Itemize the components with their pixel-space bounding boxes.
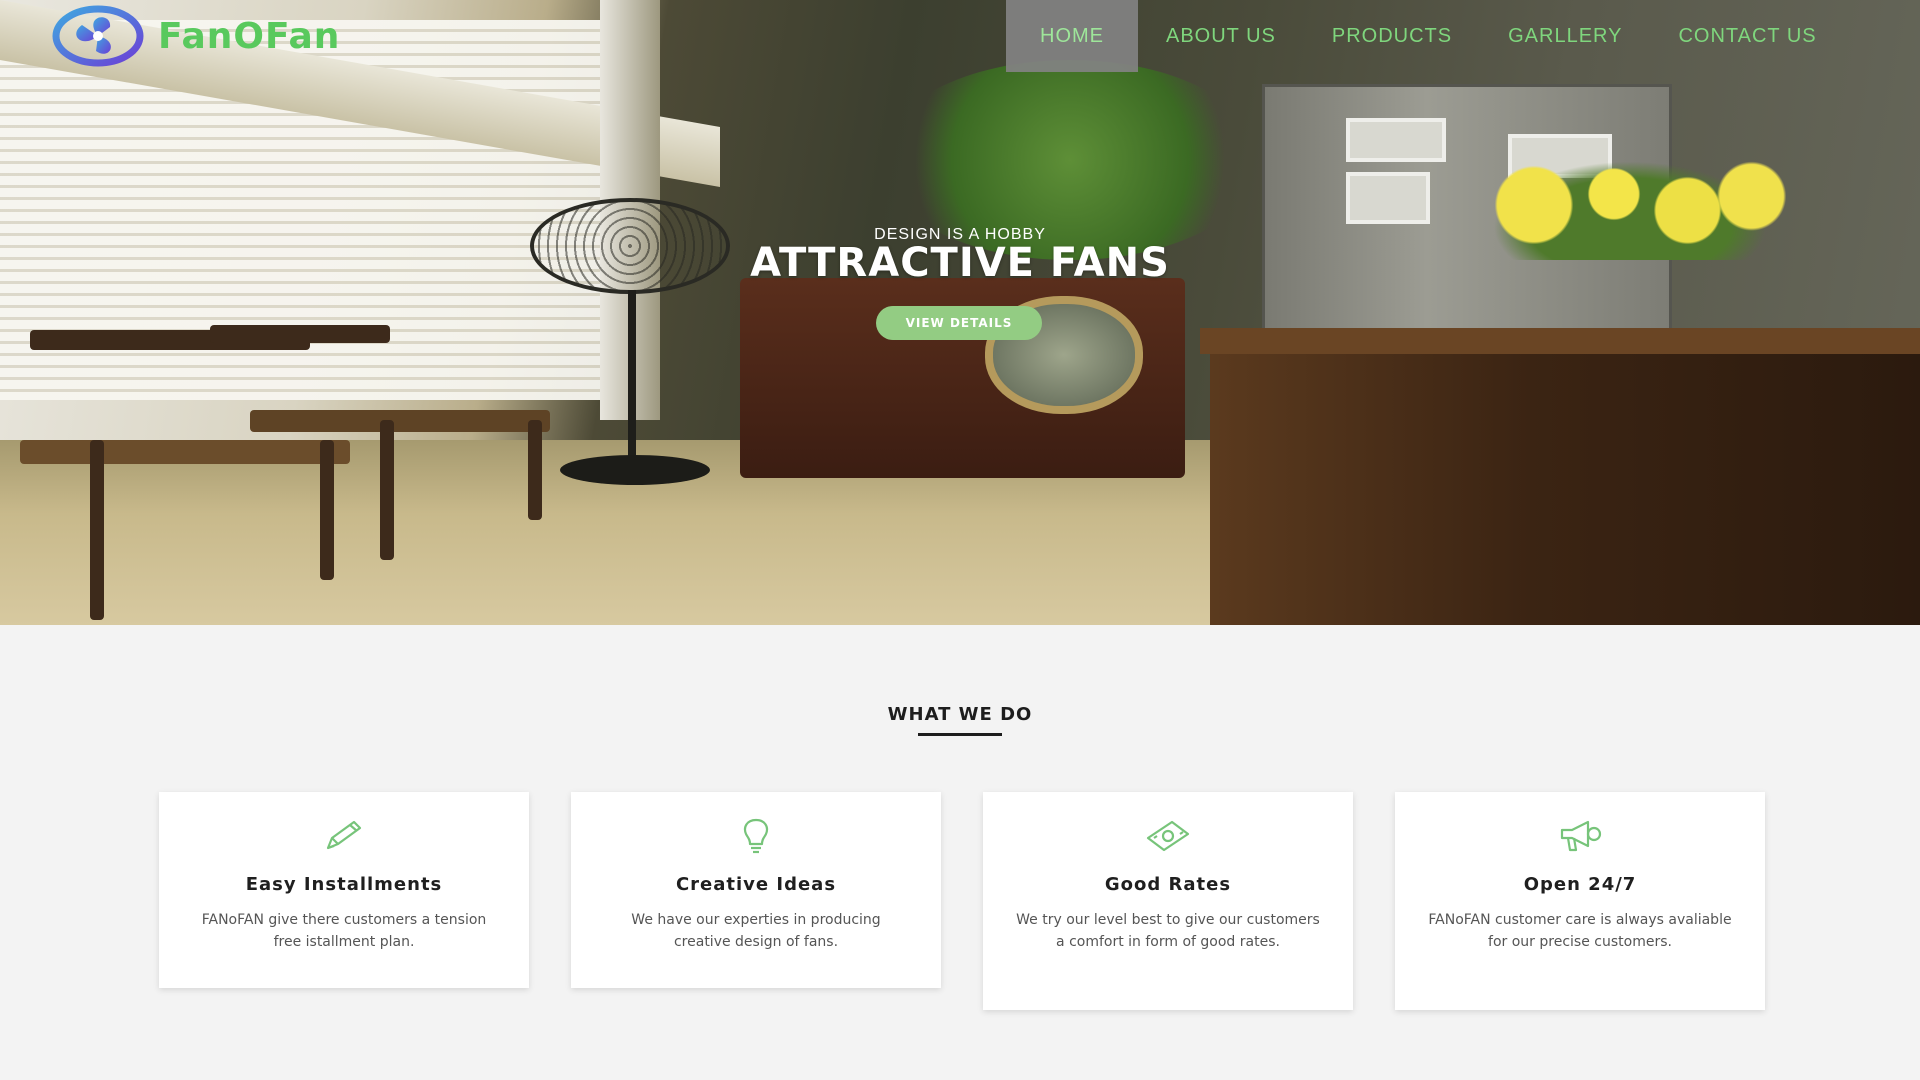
section-title: WHAT WE DO bbox=[887, 704, 1033, 725]
desk-top bbox=[1200, 328, 1920, 354]
hero-title: ATTRACTIVE FANS bbox=[750, 240, 1170, 286]
card-title: Easy Installments bbox=[245, 874, 443, 895]
card-title: Open 24/7 bbox=[1523, 874, 1637, 895]
feature-card-open-24-7: Open 24/7 FANoFAN customer care is alway… bbox=[1395, 792, 1765, 1010]
chair bbox=[210, 325, 390, 343]
nav-item-contact-us[interactable]: CONTACT US bbox=[1650, 0, 1844, 72]
pencil-icon bbox=[326, 820, 362, 850]
wall-photo bbox=[1346, 172, 1430, 224]
nav-item-gallery[interactable]: GARLLERY bbox=[1480, 0, 1650, 72]
feature-card-creative-ideas: Creative Ideas We have our experties in … bbox=[571, 792, 941, 988]
standing-fan-pole bbox=[628, 290, 636, 460]
chair-seat bbox=[250, 410, 550, 432]
nav-item-home[interactable]: HOME bbox=[1006, 0, 1138, 72]
lightbulb-icon bbox=[743, 818, 769, 854]
main-nav: HOME ABOUT US PRODUCTS GARLLERY CONTACT … bbox=[1006, 0, 1845, 72]
chair-leg bbox=[90, 440, 104, 620]
card-title: Creative Ideas bbox=[675, 874, 837, 895]
money-icon bbox=[1146, 820, 1190, 852]
wooden-desk bbox=[1210, 332, 1920, 625]
brand-logo[interactable]: FanOFan bbox=[52, 5, 341, 67]
chair-seat bbox=[20, 440, 350, 464]
standing-fan-base bbox=[560, 455, 710, 485]
megaphone-icon bbox=[1560, 820, 1602, 852]
nav-item-products[interactable]: PRODUCTS bbox=[1304, 0, 1480, 72]
chair-leg bbox=[528, 420, 542, 520]
fan-logo-icon bbox=[52, 5, 144, 67]
card-text: FANoFAN give there customers a tension f… bbox=[201, 912, 487, 950]
card-title: Good Rates bbox=[1104, 874, 1232, 895]
nav-item-about-us[interactable]: ABOUT US bbox=[1138, 0, 1304, 72]
chair-leg bbox=[320, 440, 334, 580]
brand-name: FanOFan bbox=[158, 15, 341, 57]
card-text: We try our level best to give our custom… bbox=[1016, 912, 1320, 950]
chair-leg bbox=[380, 420, 394, 560]
card-text: FANoFAN customer care is always avaliabl… bbox=[1428, 912, 1732, 950]
wall-photo bbox=[1346, 118, 1446, 162]
section-underline bbox=[918, 733, 1002, 736]
feature-card-good-rates: Good Rates We try our level best to give… bbox=[983, 792, 1353, 1010]
view-details-button[interactable]: VIEW DETAILS bbox=[876, 306, 1042, 340]
feature-card-easy-installments: Easy Installments FANoFAN give there cus… bbox=[159, 792, 529, 988]
card-text: We have our experties in producing creat… bbox=[631, 912, 881, 950]
